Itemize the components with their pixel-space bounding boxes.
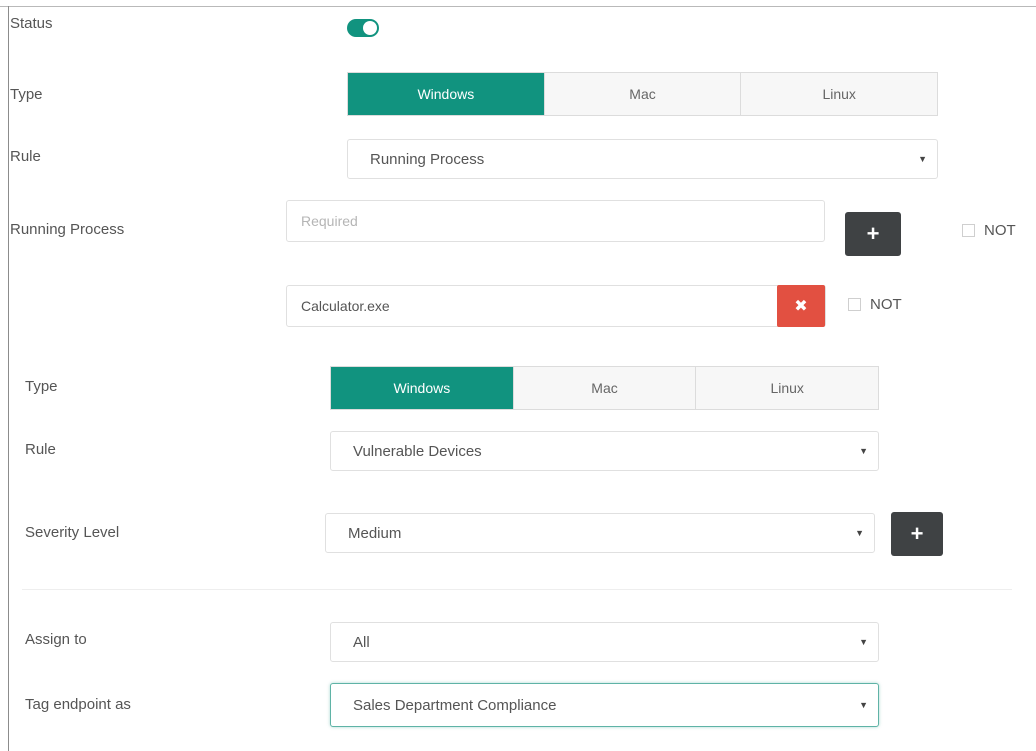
running-process-label: Running Process xyxy=(10,221,125,238)
not-checkbox-box[interactable] xyxy=(962,224,975,237)
assign-to-label: Assign to xyxy=(25,631,87,648)
severity-level-select[interactable]: Medium ▼ xyxy=(325,513,875,553)
rule-select-2[interactable]: Vulnerable Devices ▼ xyxy=(330,431,879,471)
not-checkbox-label: NOT xyxy=(984,222,1016,239)
process-entry-value: Calculator.exe xyxy=(301,298,390,314)
running-process-placeholder: Required xyxy=(301,213,358,229)
entry-not-checkbox[interactable]: NOT xyxy=(848,296,902,313)
entry-not-checkbox-box[interactable] xyxy=(848,298,861,311)
tag-endpoint-value: Sales Department Compliance xyxy=(353,696,557,714)
status-toggle[interactable] xyxy=(347,19,379,37)
toggle-knob xyxy=(363,21,377,35)
add-process-button[interactable]: + xyxy=(845,212,901,256)
add-severity-button[interactable]: + xyxy=(891,512,943,556)
frame-left-border xyxy=(8,6,9,751)
frame-top-border xyxy=(0,6,1036,7)
type-option-linux[interactable]: Linux xyxy=(740,73,938,115)
entry-not-checkbox-label: NOT xyxy=(870,296,902,313)
rule-label: Rule xyxy=(10,148,41,165)
assign-to-select[interactable]: All ▼ xyxy=(330,622,879,662)
assign-to-value: All xyxy=(353,633,370,651)
rule-select[interactable]: Running Process ▼ xyxy=(347,139,938,179)
type-segmented-control-2: Windows Mac Linux xyxy=(330,366,879,410)
plus-icon: + xyxy=(866,221,880,246)
severity-level-value: Medium xyxy=(348,524,402,542)
running-process-input[interactable]: Required xyxy=(286,200,825,242)
process-entry-field[interactable]: Calculator.exe xyxy=(286,285,826,327)
caret-down-icon: ▼ xyxy=(918,154,927,164)
type-segmented-control: Windows Mac Linux xyxy=(347,72,938,116)
type-option-windows-2[interactable]: Windows xyxy=(331,367,513,409)
type-option-mac-2[interactable]: Mac xyxy=(512,367,696,409)
caret-down-icon: ▼ xyxy=(859,446,868,456)
rule-select-value-2: Vulnerable Devices xyxy=(353,442,482,460)
type-option-mac[interactable]: Mac xyxy=(543,73,741,115)
rule-select-value: Running Process xyxy=(370,150,485,168)
not-checkbox[interactable]: NOT xyxy=(962,222,1016,239)
rule-label-2: Rule xyxy=(25,441,56,458)
section-divider xyxy=(22,589,1012,590)
caret-down-icon: ▼ xyxy=(859,637,868,647)
status-label: Status xyxy=(10,15,53,32)
plus-icon: + xyxy=(910,521,924,546)
severity-level-label: Severity Level xyxy=(25,524,120,541)
remove-process-button[interactable]: ✖ xyxy=(777,285,825,327)
type-label-2: Type xyxy=(25,378,58,395)
type-option-windows[interactable]: Windows xyxy=(348,73,544,115)
type-label: Type xyxy=(10,86,43,103)
tag-endpoint-label: Tag endpoint as xyxy=(25,696,131,713)
caret-down-icon: ▼ xyxy=(855,528,864,538)
close-icon: ✖ xyxy=(794,298,808,315)
tag-endpoint-select[interactable]: Sales Department Compliance ▼ xyxy=(330,683,879,727)
caret-down-icon: ▼ xyxy=(859,700,868,710)
type-option-linux-2[interactable]: Linux xyxy=(695,367,879,409)
